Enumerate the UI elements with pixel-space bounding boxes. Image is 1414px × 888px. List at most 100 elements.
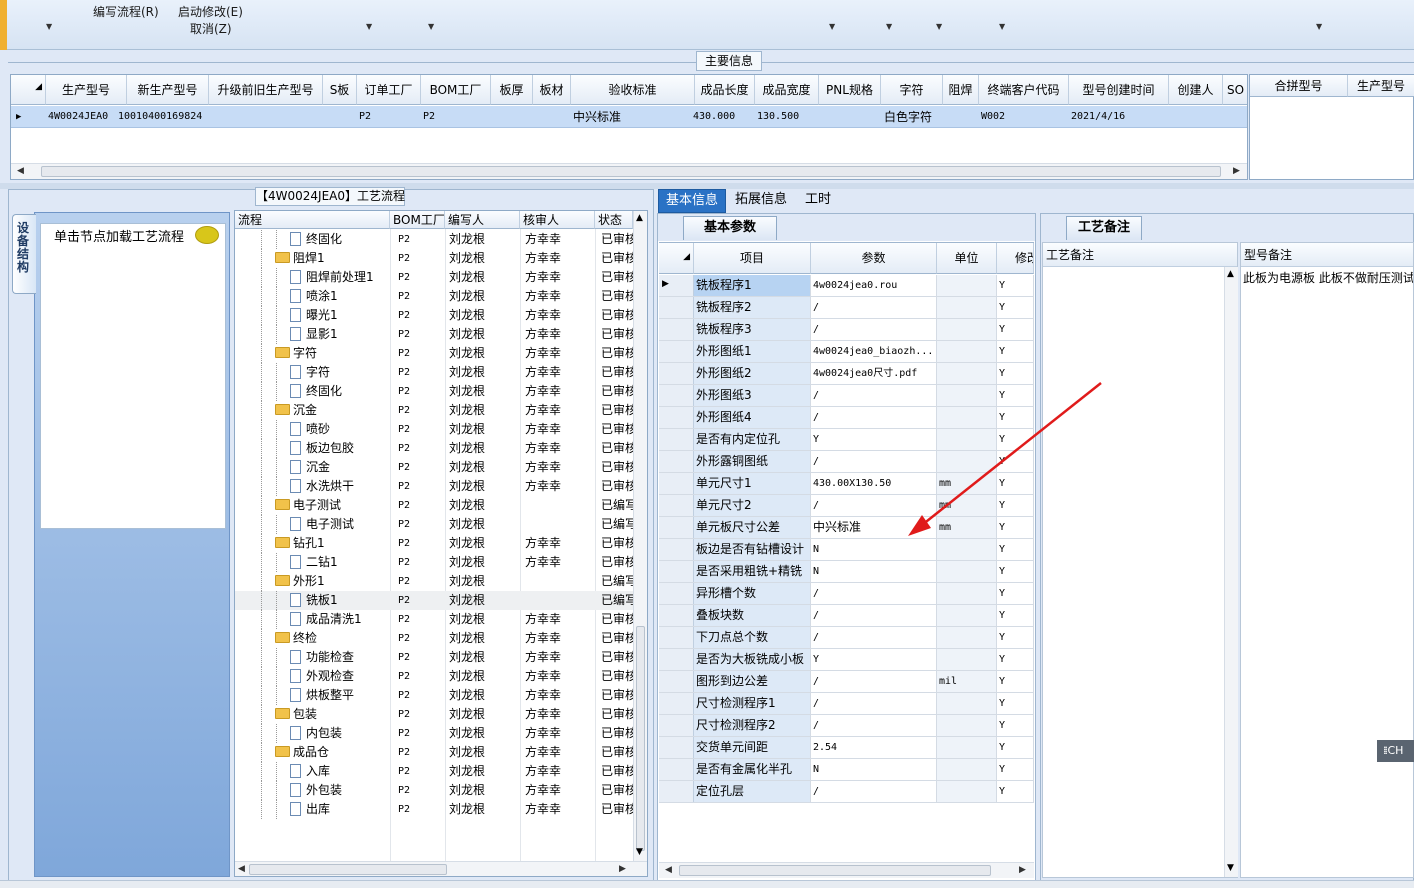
param-row[interactable]: 叠板块数 / Y <box>659 605 1034 627</box>
cell-status[interactable]: 已审核 <box>601 401 633 420</box>
cell-writer[interactable]: 刘龙根 <box>449 686 519 705</box>
tree-row[interactable]: −电子测试P2刘龙根已编写 <box>235 496 633 515</box>
row-indicator[interactable] <box>659 407 694 428</box>
param-row[interactable]: 铣板程序3/ Y <box>659 319 1034 341</box>
cell-unit[interactable] <box>937 451 997 472</box>
tree-node[interactable]: 烘板整平 <box>290 686 390 705</box>
cell-reviewer[interactable]: 方幸幸 <box>525 781 595 800</box>
remarks-vscrollbar[interactable]: ▲ ▼ <box>1224 267 1238 877</box>
col-header[interactable]: 流程 <box>235 211 390 229</box>
cell-modify-flag[interactable]: Y <box>997 627 1034 648</box>
cell-unit[interactable] <box>937 363 997 384</box>
cell-unit[interactable] <box>937 627 997 648</box>
cell-status[interactable]: 已审核 <box>601 439 633 458</box>
cell-status[interactable]: 已审核 <box>601 705 633 724</box>
scroll-thumb[interactable] <box>679 865 991 876</box>
cell-value[interactable]: / <box>811 627 937 648</box>
tree-node[interactable]: 水洗烘干 <box>290 477 390 496</box>
cell-modify-flag[interactable]: Y <box>997 583 1034 604</box>
tree-hscrollbar[interactable]: ◀ ▶ <box>235 861 647 876</box>
cell-bom-factory[interactable]: P2 <box>421 106 435 128</box>
row-indicator[interactable] <box>659 561 694 582</box>
cell-reviewer[interactable]: 方幸幸 <box>525 306 595 325</box>
cell-reviewer[interactable] <box>525 572 595 591</box>
tree-row[interactable]: 成品清洗1P2刘龙根方幸幸已审核 <box>235 610 633 629</box>
tree-node[interactable]: 终固化 <box>290 382 390 401</box>
cell-reviewer[interactable]: 方幸幸 <box>525 268 595 287</box>
row-indicator[interactable] <box>659 385 694 406</box>
row-indicator[interactable] <box>659 341 694 362</box>
cell-item[interactable]: 铣板程序1 <box>694 275 811 296</box>
param-row[interactable]: 定位孔层 / Y <box>659 781 1034 803</box>
row-indicator[interactable] <box>659 693 694 714</box>
cell-writer[interactable]: 刘龙根 <box>449 705 519 724</box>
cell-writer[interactable]: 刘龙根 <box>449 230 519 249</box>
cell-status[interactable]: 已审核 <box>601 553 633 572</box>
scroll-up-icon[interactable]: ▲ <box>1227 269 1234 279</box>
cell-writer[interactable]: 刘龙根 <box>449 496 519 515</box>
cell-status[interactable]: 已审核 <box>601 477 633 496</box>
param-row[interactable]: 是否为大板铣成小板 Y Y <box>659 649 1034 671</box>
tree-node[interactable]: 外观检查 <box>290 667 390 686</box>
cell-status[interactable]: 已审核 <box>601 610 633 629</box>
cell-writer[interactable]: 刘龙根 <box>449 325 519 344</box>
col-header[interactable]: 板厚 <box>491 75 533 105</box>
cell-status[interactable]: 已审核 <box>601 306 633 325</box>
cell-char[interactable]: 白色字符 <box>882 106 932 128</box>
cell-status[interactable]: 已审核 <box>601 325 633 344</box>
col-header[interactable]: SO <box>1223 75 1247 105</box>
cell-reviewer[interactable]: 方幸幸 <box>525 420 595 439</box>
cell-value[interactable]: Y <box>811 649 937 670</box>
scroll-left-icon[interactable]: ◀ <box>17 166 24 176</box>
row-indicator[interactable] <box>659 715 694 736</box>
cell-item[interactable]: 外形露铜图纸 <box>694 451 811 472</box>
cell-status[interactable]: 已编写 <box>601 496 633 515</box>
scroll-right-icon[interactable]: ▶ <box>1233 166 1240 176</box>
cell-unit[interactable] <box>937 297 997 318</box>
cell-modify-flag[interactable]: Y <box>997 605 1034 626</box>
tree-row[interactable]: 板边包胶P2刘龙根方幸幸已审核 <box>235 439 633 458</box>
cell-writer[interactable]: 刘龙根 <box>449 363 519 382</box>
col-header[interactable]: 创建人 <box>1169 75 1223 105</box>
cell-item[interactable]: 铣板程序2 <box>694 297 811 318</box>
cell-reviewer[interactable]: 方幸幸 <box>525 230 595 249</box>
dropdown-arrow-icon[interactable]: ▼ <box>936 22 942 31</box>
tree-row[interactable]: 喷砂P2刘龙根方幸幸已审核 <box>235 420 633 439</box>
col-header[interactable]: 核审人 <box>520 211 595 229</box>
cell-item[interactable]: 尺寸检测程序2 <box>694 715 811 736</box>
param-row[interactable]: 是否采用粗铣+精铣 N Y <box>659 561 1034 583</box>
tab-process-remarks[interactable]: 工艺备注 <box>1066 216 1142 240</box>
cell-item[interactable]: 外形图纸2 <box>694 363 811 384</box>
cell-reviewer[interactable]: 方幸幸 <box>525 249 595 268</box>
cell-customer-code[interactable]: W002 <box>979 106 1005 128</box>
tree-node[interactable]: −包装 <box>275 705 390 724</box>
param-row[interactable]: ▶ 铣板程序1 4w0024jea0.rou Y <box>659 275 1034 297</box>
cell-length[interactable]: 430.000 <box>691 106 735 128</box>
cell-status[interactable]: 已审核 <box>601 724 633 743</box>
cell-writer[interactable]: 刘龙根 <box>449 629 519 648</box>
tree-node[interactable]: −钻孔1 <box>275 534 390 553</box>
cell-value[interactable]: / <box>811 451 937 472</box>
col-header[interactable]: 字符 <box>881 75 943 105</box>
tree-node[interactable]: 显影1 <box>290 325 390 344</box>
cell-reviewer[interactable]: 方幸幸 <box>525 458 595 477</box>
col-header[interactable]: 编写人 <box>445 211 520 229</box>
cell-unit[interactable] <box>937 341 997 362</box>
tab-extended-info[interactable]: 拓展信息 <box>728 189 794 213</box>
cell-modify-flag[interactable]: Y <box>997 275 1034 296</box>
cell-reviewer[interactable]: 方幸幸 <box>525 553 595 572</box>
cell-item[interactable]: 外形图纸1 <box>694 341 811 362</box>
param-row[interactable]: 异形槽个数 / Y <box>659 583 1034 605</box>
row-indicator[interactable] <box>659 297 694 318</box>
cell-writer[interactable]: 刘龙根 <box>449 572 519 591</box>
cell-unit[interactable] <box>937 407 997 428</box>
param-row[interactable]: 铣板程序2/ Y <box>659 297 1034 319</box>
tree-node[interactable]: −字符 <box>275 344 390 363</box>
col-header[interactable]: 修改 <box>997 243 1034 274</box>
cell-reviewer[interactable]: 方幸幸 <box>525 705 595 724</box>
col-header[interactable]: 参数 <box>811 243 937 274</box>
cell-value[interactable]: / <box>811 671 937 692</box>
tree-node[interactable]: 终固化 <box>290 230 390 249</box>
tree-row[interactable]: −阻焊1P2刘龙根方幸幸已审核 <box>235 249 633 268</box>
cell-unit[interactable] <box>937 715 997 736</box>
